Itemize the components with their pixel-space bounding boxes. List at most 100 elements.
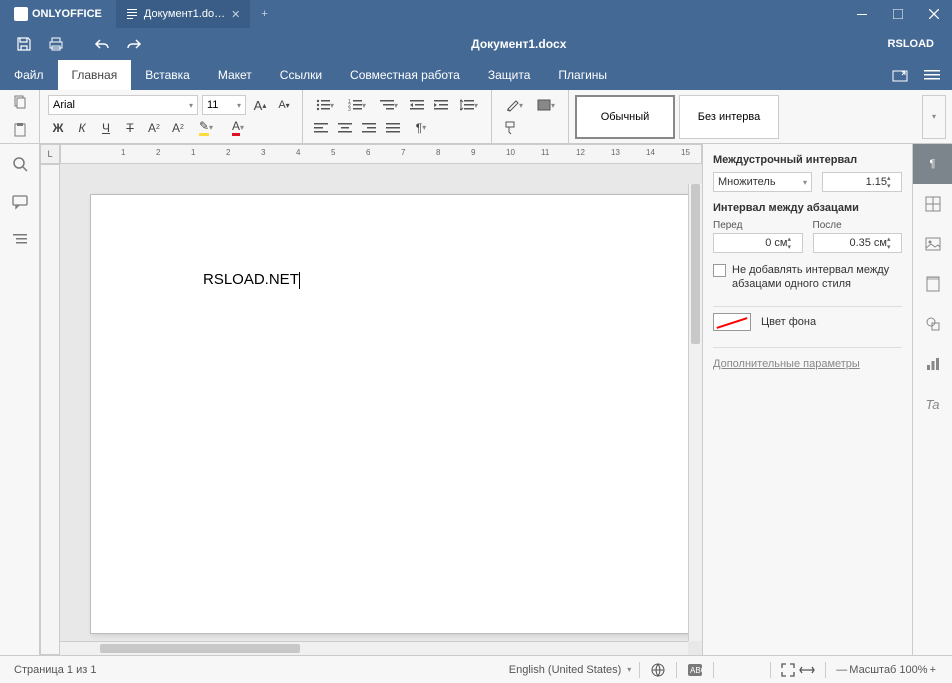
chart-tab[interactable] — [913, 344, 952, 384]
decrease-font-button[interactable]: A▾ — [274, 95, 294, 115]
copy-button[interactable] — [0, 90, 39, 117]
align-center-button[interactable] — [335, 118, 355, 138]
view-settings-button[interactable] — [918, 61, 946, 89]
line-spacing-value-input[interactable]: 1.15▴▾ — [822, 172, 902, 192]
scrollbar-thumb[interactable] — [691, 184, 700, 344]
ruler-corner[interactable]: L — [40, 144, 60, 164]
indent-decrease-button[interactable] — [407, 95, 427, 115]
quick-access-toolbar: Документ1.docx RSLOAD — [0, 28, 952, 60]
table-tab[interactable] — [913, 184, 952, 224]
document-tab[interactable]: Документ1.do… ✕ — [116, 0, 251, 28]
undo-button[interactable] — [86, 28, 118, 60]
comments-button[interactable] — [8, 190, 32, 214]
new-tab-button[interactable]: + — [251, 8, 277, 20]
paragraph-spacing-label: Интервал между абзацами — [713, 202, 902, 214]
line-spacing-label: Междустрочный интервал — [713, 154, 902, 166]
align-left-button[interactable] — [311, 118, 331, 138]
svg-text:3: 3 — [348, 107, 351, 111]
font-size-select[interactable]: 11▾ — [202, 95, 246, 115]
menu-file[interactable]: Файл — [0, 60, 58, 90]
style-no-spacing[interactable]: Без интерва — [679, 95, 779, 139]
doc-icon — [126, 8, 138, 20]
language-select[interactable]: English (United States) — [509, 664, 622, 676]
paragraph-section: ▾ 123▾ ▾ ▾ ¶▾ — [303, 90, 492, 143]
numbering-button[interactable]: 123▾ — [343, 95, 371, 115]
increase-font-button[interactable]: A▴ — [250, 95, 270, 115]
horizontal-ruler[interactable]: 1 2 1 2 3 4 5 6 7 8 9 10 11 12 13 14 15 — [60, 144, 702, 164]
copy-style-button[interactable] — [500, 118, 520, 138]
strikethrough-button[interactable]: Т — [120, 118, 140, 138]
menu-references[interactable]: Ссылки — [266, 60, 336, 90]
close-button[interactable] — [916, 0, 952, 28]
subscript-button[interactable]: A2 — [168, 118, 188, 138]
page-info[interactable]: Страница 1 из 1 — [14, 664, 96, 676]
zoom-in-button[interactable]: + — [928, 662, 938, 678]
spacing-before-label: Перед — [713, 220, 803, 231]
clear-style-button[interactable]: ▾ — [500, 95, 528, 115]
align-right-button[interactable] — [359, 118, 379, 138]
indent-increase-button[interactable] — [431, 95, 451, 115]
fit-page-button[interactable] — [779, 661, 797, 679]
paragraph-tab[interactable]: ¶ — [913, 144, 952, 184]
spacing-before-input[interactable]: 0 см▴▾ — [713, 233, 803, 253]
align-justify-button[interactable] — [383, 118, 403, 138]
menu-layout[interactable]: Макет — [204, 60, 266, 90]
line-spacing-mode-select[interactable]: Множитель▾ — [713, 172, 812, 192]
vertical-ruler[interactable] — [40, 164, 60, 655]
minimize-button[interactable] — [844, 0, 880, 28]
page[interactable]: RSLOAD.NET — [90, 194, 690, 634]
scrollbar-thumb[interactable] — [100, 644, 300, 653]
shading-button[interactable]: ▾ — [532, 95, 560, 115]
nonprinting-button[interactable]: ¶▾ — [407, 118, 435, 138]
bg-color-swatch[interactable] — [713, 313, 751, 331]
redo-button[interactable] — [118, 28, 150, 60]
menu-collaboration[interactable]: Совместная работа — [336, 60, 474, 90]
tab-close-icon[interactable]: ✕ — [231, 8, 240, 21]
menu-home[interactable]: Главная — [58, 60, 132, 90]
spellcheck-button[interactable] — [648, 661, 668, 679]
style-normal[interactable]: Обычный — [575, 95, 675, 139]
menubar: Файл Главная Вставка Макет Ссылки Совмес… — [0, 60, 952, 90]
advanced-settings-link[interactable]: Дополнительные параметры — [713, 347, 902, 370]
save-button[interactable] — [8, 28, 40, 60]
paste-button[interactable] — [0, 117, 39, 144]
track-changes-button[interactable]: ABC — [685, 661, 705, 679]
left-panel — [0, 144, 40, 655]
menu-protection[interactable]: Защита — [474, 60, 545, 90]
highlight-button[interactable]: ✎▾ — [192, 118, 220, 138]
image-tab[interactable] — [913, 224, 952, 264]
textart-tab[interactable]: Ta — [913, 384, 952, 424]
document-area: L 1 2 1 2 3 4 5 6 7 8 9 10 11 12 1 — [40, 144, 702, 655]
zoom-label[interactable]: Масштаб 100% — [849, 664, 927, 676]
spacing-after-input[interactable]: 0.35 см▴▾ — [813, 233, 903, 253]
styles-more-button[interactable]: ▾ — [922, 95, 946, 139]
underline-button[interactable]: Ч — [96, 118, 116, 138]
maximize-button[interactable] — [880, 0, 916, 28]
superscript-button[interactable]: A2 — [144, 118, 164, 138]
print-button[interactable] — [40, 28, 72, 60]
zoom-out-button[interactable]: — — [834, 662, 849, 678]
tab-title: Документ1.do… — [144, 8, 225, 20]
document-text[interactable]: RSLOAD.NET — [203, 271, 299, 288]
font-color-button[interactable]: A▾ — [224, 118, 252, 138]
header-footer-tab[interactable] — [913, 264, 952, 304]
fit-width-button[interactable] — [797, 662, 817, 678]
bold-button[interactable]: Ж — [48, 118, 68, 138]
line-spacing-button[interactable]: ▾ — [455, 95, 483, 115]
font-name-select[interactable]: Arial▾ — [48, 95, 198, 115]
menu-insert[interactable]: Вставка — [131, 60, 204, 90]
menu-plugins[interactable]: Плагины — [544, 60, 621, 90]
headings-button[interactable] — [8, 228, 32, 252]
page-viewport[interactable]: RSLOAD.NET — [60, 164, 702, 655]
no-spacing-same-style-checkbox[interactable] — [713, 264, 726, 277]
statusbar: Страница 1 из 1 English (United States) … — [0, 655, 952, 683]
italic-button[interactable]: К — [72, 118, 92, 138]
search-button[interactable] — [8, 152, 32, 176]
bg-color-label: Цвет фона — [761, 316, 816, 328]
multilevel-button[interactable]: ▾ — [375, 95, 403, 115]
user-name[interactable]: RSLOAD — [888, 38, 944, 50]
bullets-button[interactable]: ▾ — [311, 95, 339, 115]
vertical-scrollbar[interactable] — [688, 184, 702, 641]
shape-tab[interactable] — [913, 304, 952, 344]
open-location-button[interactable] — [886, 61, 914, 89]
